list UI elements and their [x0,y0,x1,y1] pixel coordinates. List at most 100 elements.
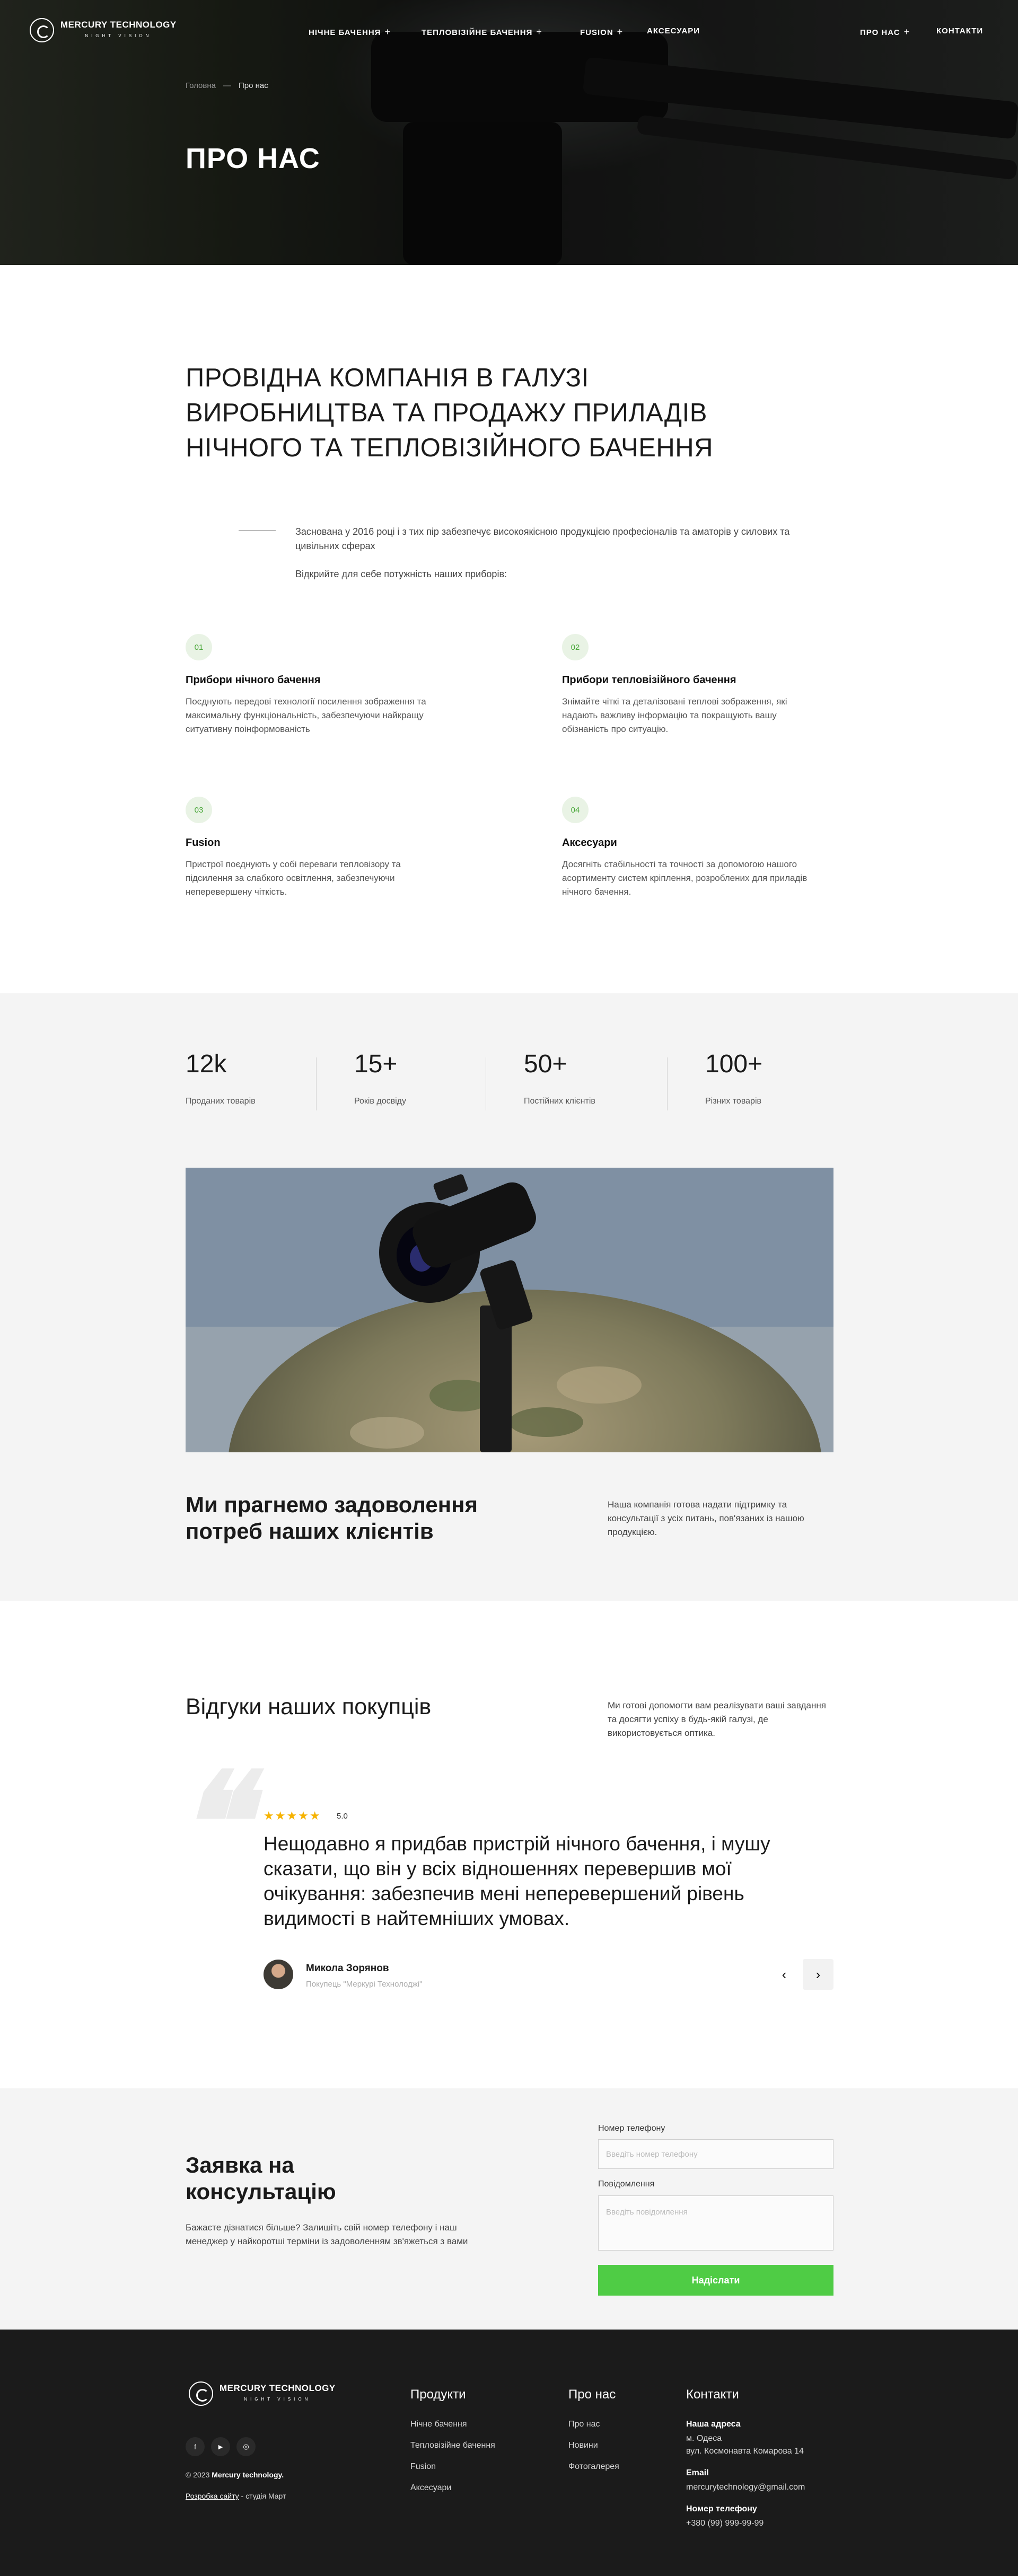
feature-title: Прибори тепловізійного бачення [562,674,736,686]
nav-thermal-vision[interactable]: ТЕПЛОВІЗІЙНЕ БАЧЕННЯ + [422,27,542,38]
stat-item: 15+ Років досвіду [354,1049,406,1106]
stat-value: 100+ [705,1050,763,1078]
logo-name: MERCURY TECHNOLOGY [60,19,177,30]
feature-card: 03 Fusion Пристрої поєднують у собі пере… [186,797,440,899]
helmet-illustration [186,1168,833,1452]
copyright: © 2023 Mercury technology. [186,2471,284,2479]
footer-about-heading: Про нас [568,2387,616,2402]
logo-tagline: NIGHT VISION [85,33,152,38]
nav-night-vision[interactable]: НІЧНЕ БАЧЕННЯ + [309,27,391,38]
breadcrumb: Головна — Про нас [186,81,268,90]
rating-value: 5.0 [337,1812,348,1821]
footer-link[interactable]: Новини [568,2441,598,2450]
logo-icon [189,2381,213,2406]
divider [667,1057,668,1110]
footer-link[interactable]: Про нас [568,2420,600,2429]
email-link[interactable]: mercurytechnology@gmail.com [686,2482,805,2493]
footer-link[interactable]: Фотогалерея [568,2462,619,2472]
feature-number: 04 [562,797,589,823]
intro-text-1: Заснована у 2016 році і з тих пір забезп… [295,526,790,551]
logo-tagline: NIGHT VISION [244,2396,311,2402]
breadcrumb-home[interactable]: Головна [186,81,216,90]
mission-heading: Ми прагнемо задоволення потреб наших клі… [186,1492,478,1543]
stat-label: Різних товарів [705,1097,761,1106]
mission-text: Наша компанія готова надати підтримку та… [608,1499,804,1537]
next-review-button[interactable]: › [803,1959,833,1990]
facebook-icon[interactable]: f [186,2437,205,2456]
intro-text-2: Відкрийте для себе потужність наших приб… [295,569,507,579]
phone-link[interactable]: +380 (99) 999-99-99 [686,2518,763,2529]
quote-icon: ❝ [164,1742,282,1904]
address-street: вул. Космонавта Комарова 14 [686,2447,804,2456]
message-textarea[interactable]: Введіть повідомлення [598,2195,833,2251]
breadcrumb-separator: — [223,81,231,90]
nav-contacts[interactable]: КОНТАКТИ [936,27,983,36]
submit-button[interactable]: Надіслати [598,2265,833,2296]
nav-fusion[interactable]: FUSION + [580,27,623,38]
intro-heading: ПРОВІДНА КОМПАНІЯ В ГАЛУЗІ ВИРОБНИЦТВА Т… [186,364,714,462]
reviews-text: Ми готові допомогти вам реалізувати ваші… [608,1700,826,1738]
feature-number: 02 [562,634,589,660]
breadcrumb-current: Про нас [239,81,268,90]
review-text: Нещодавно я придбав пристрій нічного бач… [264,1833,770,1929]
feature-title: Fusion [186,837,221,849]
reviews-heading: Відгуки наших покупців [186,1694,432,1719]
feature-text: Досягніть стабільності та точності за до… [562,859,808,897]
phone-label-footer: Номер телефону [686,2504,757,2513]
stat-label: Років досвіду [354,1097,406,1106]
footer-link[interactable]: Нічне бачення [410,2420,467,2429]
developer-link[interactable]: Розробка сайту [186,2492,239,2500]
stat-item: 12k Проданих товарів [186,1049,256,1106]
star-rating-icon: ★★★★★ [264,1809,321,1822]
prev-review-button[interactable]: ‹ [769,1959,800,1990]
footer-link[interactable]: Fusion [410,2462,436,2472]
plus-icon: + [384,27,391,37]
footer [0,2330,1018,2576]
footer-link[interactable]: Тепловізійне бачення [410,2441,495,2450]
footer-products-heading: Продукти [410,2387,466,2402]
logo-name: MERCURY TECHNOLOGY [220,2383,336,2393]
developer-credit: Розробка сайту - студія Март [186,2492,286,2500]
page-title: ПРО НАС [186,143,320,174]
form-heading: Заявка на консультацію [186,2152,336,2204]
message-label: Повідомлення [598,2180,655,2189]
feature-number: 03 [186,797,212,823]
divider [239,530,276,531]
feature-text: Поєднують передові технології посилення … [186,696,426,734]
instagram-icon[interactable]: ◎ [236,2437,256,2456]
nav-about[interactable]: ПРО НАС + [860,27,910,38]
email-label: Email [686,2468,709,2477]
stat-value: 50+ [524,1050,567,1078]
footer-link[interactable]: Аксесуари [410,2483,451,2493]
feature-card: 04 Аксесуари Досягніть стабільності та т… [562,797,817,899]
address-label: Наша адреса [686,2420,741,2429]
stat-label: Проданих товарів [186,1097,256,1106]
hero-section: MERCURY TECHNOLOGY NIGHT VISION НІЧНЕ БАЧ… [0,0,1018,265]
stat-item: 50+ Постійних клієнтів [524,1049,595,1106]
feature-text: Пристрої поєднують у собі переваги тепло… [186,859,401,897]
feature-title: Прибори нічного бачення [186,674,321,686]
address-city: м. Одеса [686,2434,722,2443]
form-text: Бажаєте дізнатися більше? Залишіть свій … [186,2222,468,2246]
nav-accessories[interactable]: АКСЕСУАРИ [647,27,700,36]
avatar [264,1960,293,1989]
feature-card: 01 Прибори нічного бачення Поєднують пер… [186,634,440,736]
stat-value: 15+ [354,1050,398,1078]
review-author-role: Покупець "Меркурі Технолоджі" [306,1980,423,1989]
youtube-icon[interactable]: ▶ [211,2437,230,2456]
footer-contacts-heading: Контакти [686,2387,739,2402]
feature-title: Аксесуари [562,837,617,849]
helmet-photo [186,1168,833,1452]
phone-label: Номер телефону [598,2124,665,2133]
feature-text: Знімайте чіткі та деталізовані теплові з… [562,696,787,734]
footer-logo[interactable]: MERCURY TECHNOLOGY NIGHT VISION [189,2381,336,2406]
feature-number: 01 [186,634,212,660]
plus-icon: + [903,27,910,37]
stat-item: 100+ Різних товарів [705,1049,762,1106]
stat-label: Постійних клієнтів [524,1097,595,1106]
consultation-section [0,2088,1018,2330]
plus-icon: + [617,27,624,37]
site-logo[interactable]: MERCURY TECHNOLOGY NIGHT VISION [30,18,177,42]
divider [316,1057,317,1110]
phone-input[interactable]: Введіть номер телефону [598,2139,833,2169]
